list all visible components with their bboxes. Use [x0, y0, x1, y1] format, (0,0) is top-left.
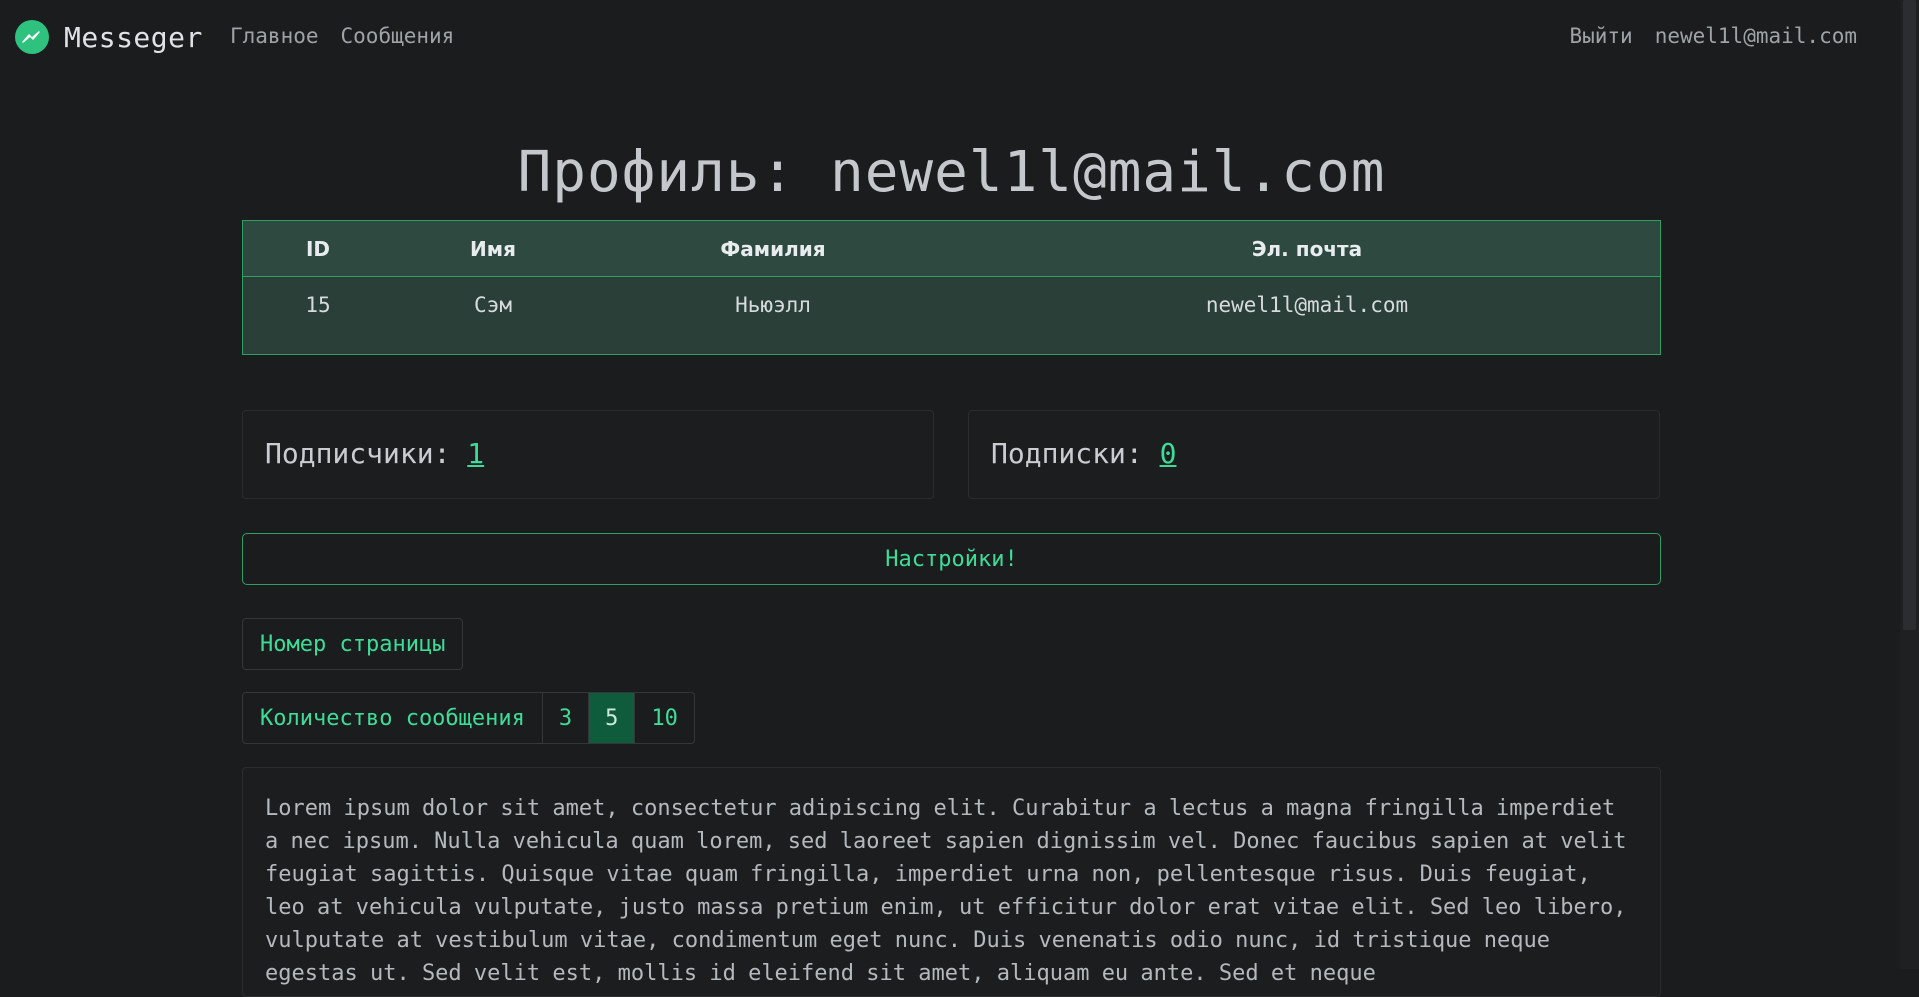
- scrollbar[interactable]: [1900, 0, 1919, 969]
- header-name: Имя: [470, 236, 516, 261]
- followers-count-link[interactable]: 1: [467, 437, 484, 470]
- message-count-option-5[interactable]: 5: [589, 693, 636, 743]
- message-card: Lorem ipsum dolor sit amet, consectetur …: [242, 767, 1661, 997]
- logout-link[interactable]: Выйти: [1569, 24, 1632, 48]
- following-stat: Подписки: 0: [991, 437, 1176, 470]
- page-title: Профиль: newel1l@mail.com: [517, 140, 1386, 205]
- messenger-logo-icon: [15, 20, 49, 54]
- scrollbar-thumb[interactable]: [1903, 0, 1916, 630]
- nav-link-home[interactable]: Главное: [230, 24, 319, 48]
- followers-label: Подписчики:: [265, 437, 468, 470]
- nav-links: Главное Сообщения: [230, 24, 454, 48]
- nav-link-messages[interactable]: Сообщения: [341, 24, 455, 48]
- following-label: Подписки:: [991, 437, 1160, 470]
- header-email: Эл. почта: [1251, 236, 1363, 261]
- message-count-option-3[interactable]: 3: [543, 693, 590, 743]
- navbar: Messeger Главное Сообщения Выйти newel1l…: [0, 0, 1900, 78]
- cell-surname: Ньюэлл: [735, 293, 811, 317]
- nav-right: Выйти newel1l@mail.com: [1569, 24, 1857, 48]
- followers-stat: Подписчики: 1: [265, 437, 484, 470]
- following-card: Подписки: 0: [968, 410, 1660, 499]
- message-count-option-10[interactable]: 10: [635, 693, 694, 743]
- brand[interactable]: Messeger: [15, 20, 203, 54]
- cell-id: 15: [305, 293, 331, 317]
- table-header-row: ID Имя Фамилия Эл. почта: [243, 221, 1660, 277]
- following-count-link[interactable]: 0: [1160, 437, 1177, 470]
- profile-table: ID Имя Фамилия Эл. почта 15 Сэм Ньюэлл n…: [242, 220, 1661, 355]
- table-row: 15 Сэм Ньюэлл newel1l@mail.com: [243, 277, 1660, 355]
- message-count-label: Количество сообщения: [243, 693, 543, 743]
- message-count-group: Количество сообщения 3 5 10: [242, 692, 695, 744]
- brand-name: Messeger: [64, 20, 203, 54]
- header-id: ID: [305, 236, 331, 261]
- page-number-button[interactable]: Номер страницы: [242, 618, 464, 670]
- followers-card: Подписчики: 1: [242, 410, 934, 499]
- cell-name: Сэм: [474, 293, 512, 317]
- user-email-link[interactable]: newel1l@mail.com: [1655, 24, 1857, 48]
- cell-email: newel1l@mail.com: [1205, 293, 1409, 317]
- header-surname: Фамилия: [720, 236, 826, 261]
- message-text: Lorem ipsum dolor sit amet, consectetur …: [265, 796, 1627, 986]
- settings-button[interactable]: Настройки!: [242, 533, 1661, 585]
